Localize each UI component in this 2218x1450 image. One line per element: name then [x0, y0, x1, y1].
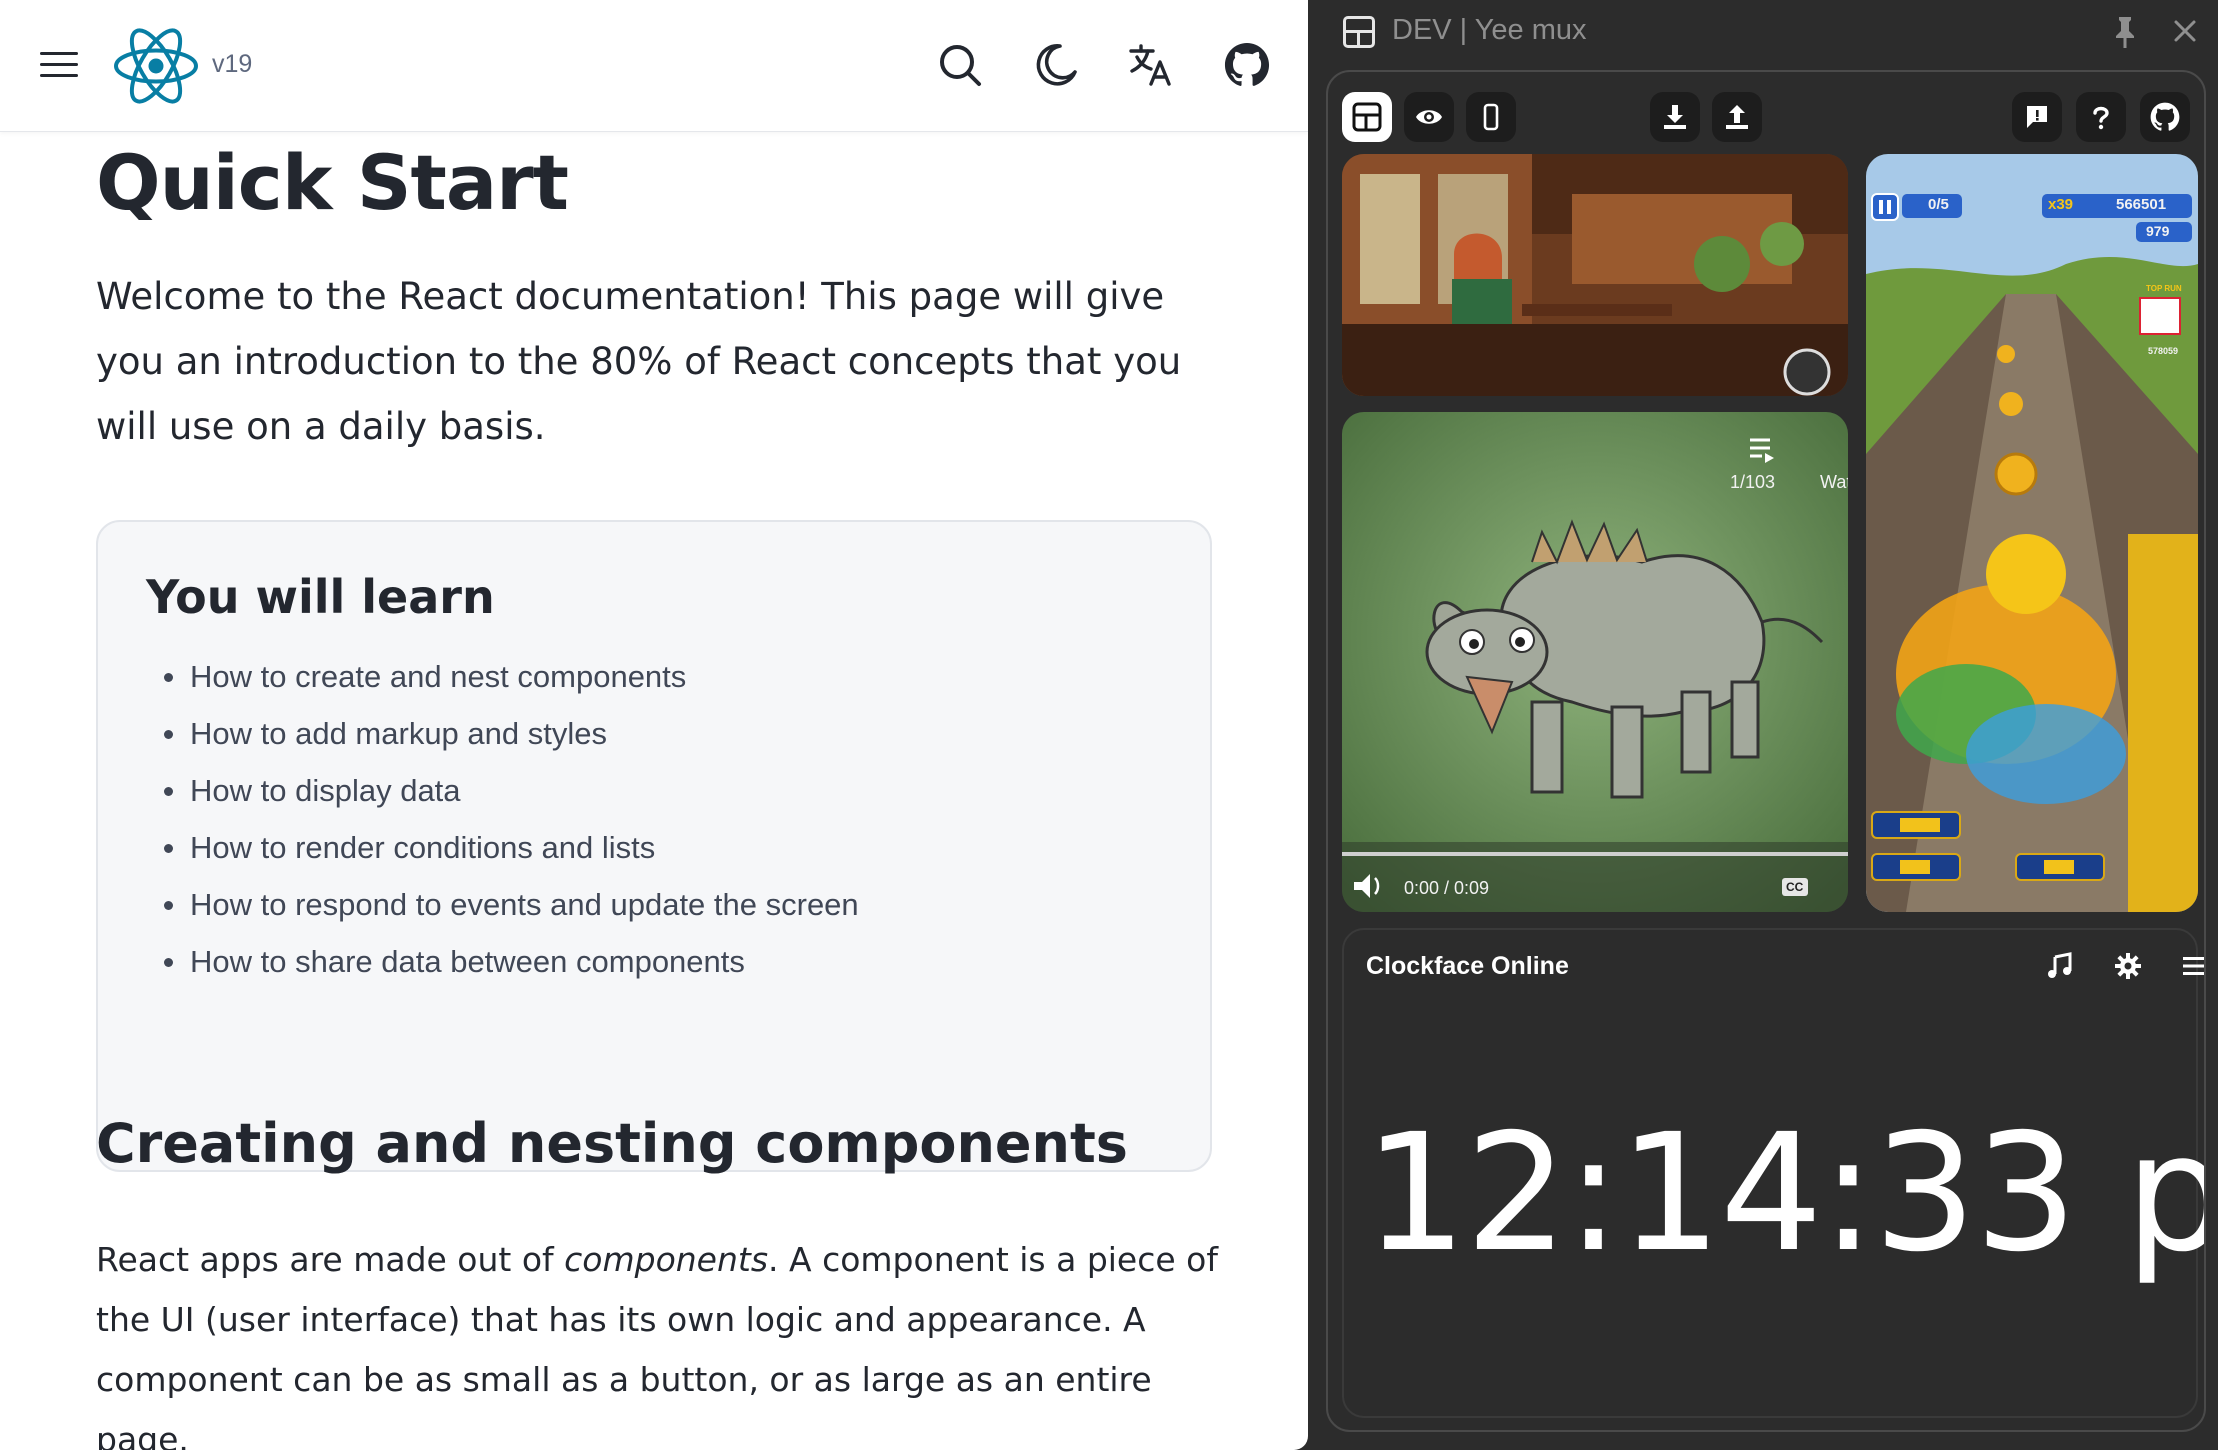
clock-title: Clockface Online: [1366, 952, 1569, 980]
preview-button[interactable]: [1404, 92, 1454, 142]
pin-icon[interactable]: [2108, 14, 2142, 50]
clock-widget: Clockface Online 12:14:33 pm: [1342, 928, 2204, 1418]
menu-icon[interactable]: [2176, 948, 2204, 984]
upload-icon: [1726, 105, 1748, 129]
learn-item: How to display data: [164, 762, 859, 819]
components-link: components: [564, 1240, 769, 1279]
runner-game-scene: [1866, 154, 2198, 912]
cartoon-video-tile[interactable]: 1/103 Wat 0:00 / 0:09 CC: [1342, 412, 1848, 912]
top-run-label: TOP RUN: [2146, 284, 2182, 293]
download-button[interactable]: [1650, 92, 1700, 142]
pickup-count: 0/5: [1928, 196, 1949, 213]
coin-count: 979: [2146, 223, 2170, 239]
search-icon[interactable]: [933, 38, 987, 92]
close-icon[interactable]: [2168, 14, 2202, 48]
section-paragraph: React apps are made out of components. A…: [96, 1230, 1246, 1450]
translate-icon[interactable]: [1124, 38, 1178, 92]
lofi-cafe-scene: [1342, 154, 1848, 396]
feedback-icon: [2027, 106, 2047, 128]
eye-icon: [1416, 110, 1442, 124]
score-multiplier: x39: [2048, 196, 2074, 213]
top-nav: v19: [0, 0, 1308, 132]
lofi-video-tile[interactable]: [1342, 154, 1848, 396]
learn-box-title: You will learn: [146, 570, 495, 624]
react-docs-window: v19 Quick Start Welcome to the React doc…: [0, 0, 1308, 1450]
learn-item: How to render conditions and lists: [164, 819, 859, 876]
paragraph-text: React apps are made out of: [96, 1240, 565, 1279]
top-run-score: 578059: [2148, 346, 2179, 356]
download-icon: [1664, 105, 1686, 129]
learn-item: How to add markup and styles: [164, 705, 859, 762]
mux-panel: 1/103 Wat 0:00 / 0:09 CC: [1326, 70, 2206, 1432]
runner-game-tile[interactable]: 0/5 x39 566501 979 TOP RUN 578059: [1866, 154, 2198, 912]
window-title: DEV | Yee mux: [1392, 14, 1587, 46]
feedback-button[interactable]: [2012, 92, 2062, 142]
learn-item: How to create and nest components: [164, 648, 859, 705]
game-score: 566501: [2116, 196, 2167, 213]
github-icon[interactable]: [1220, 38, 1274, 92]
intro-paragraph: Welcome to the React documentation! This…: [96, 275, 1182, 448]
learn-item: How to share data between components: [164, 933, 859, 990]
music-icon[interactable]: [2042, 948, 2078, 984]
yee-mux-window: DEV | Yee mux 1/103 Wa 0:00 / 0:09 CC 0/…: [1308, 0, 2218, 1450]
version-label[interactable]: v19: [212, 50, 252, 79]
playlist-count: 1/103: [1730, 472, 1776, 492]
mobile-button[interactable]: [1466, 92, 1516, 142]
page-title: Quick Start: [96, 138, 569, 227]
layout-icon: [1352, 102, 1382, 132]
watch-later-label[interactable]: Wat: [1820, 472, 1848, 493]
phone-icon: [1483, 103, 1499, 131]
app-layout-icon: [1343, 16, 1375, 48]
you-will-learn-box: You will learn How to create and nest co…: [96, 520, 1212, 1172]
menu-icon[interactable]: [38, 50, 82, 80]
clock-time: 12:14:33 pm: [1364, 1100, 2204, 1288]
layout-button[interactable]: [1342, 92, 1392, 142]
help-button[interactable]: [2076, 92, 2126, 142]
github-button[interactable]: [2140, 92, 2190, 142]
upload-button[interactable]: [1712, 92, 1762, 142]
learn-list: How to create and nest components How to…: [164, 648, 859, 990]
help-icon: [2093, 106, 2109, 130]
gear-icon[interactable]: [2110, 948, 2146, 984]
learn-item: How to respond to events and update the …: [164, 876, 859, 933]
moon-icon[interactable]: [1029, 38, 1083, 92]
github-icon: [2150, 102, 2180, 131]
video-time: 0:00 / 0:09: [1404, 878, 1490, 898]
section-heading: Creating and nesting components: [96, 1112, 1128, 1175]
react-logo-icon[interactable]: [112, 24, 200, 108]
cc-button[interactable]: CC: [1786, 880, 1803, 894]
